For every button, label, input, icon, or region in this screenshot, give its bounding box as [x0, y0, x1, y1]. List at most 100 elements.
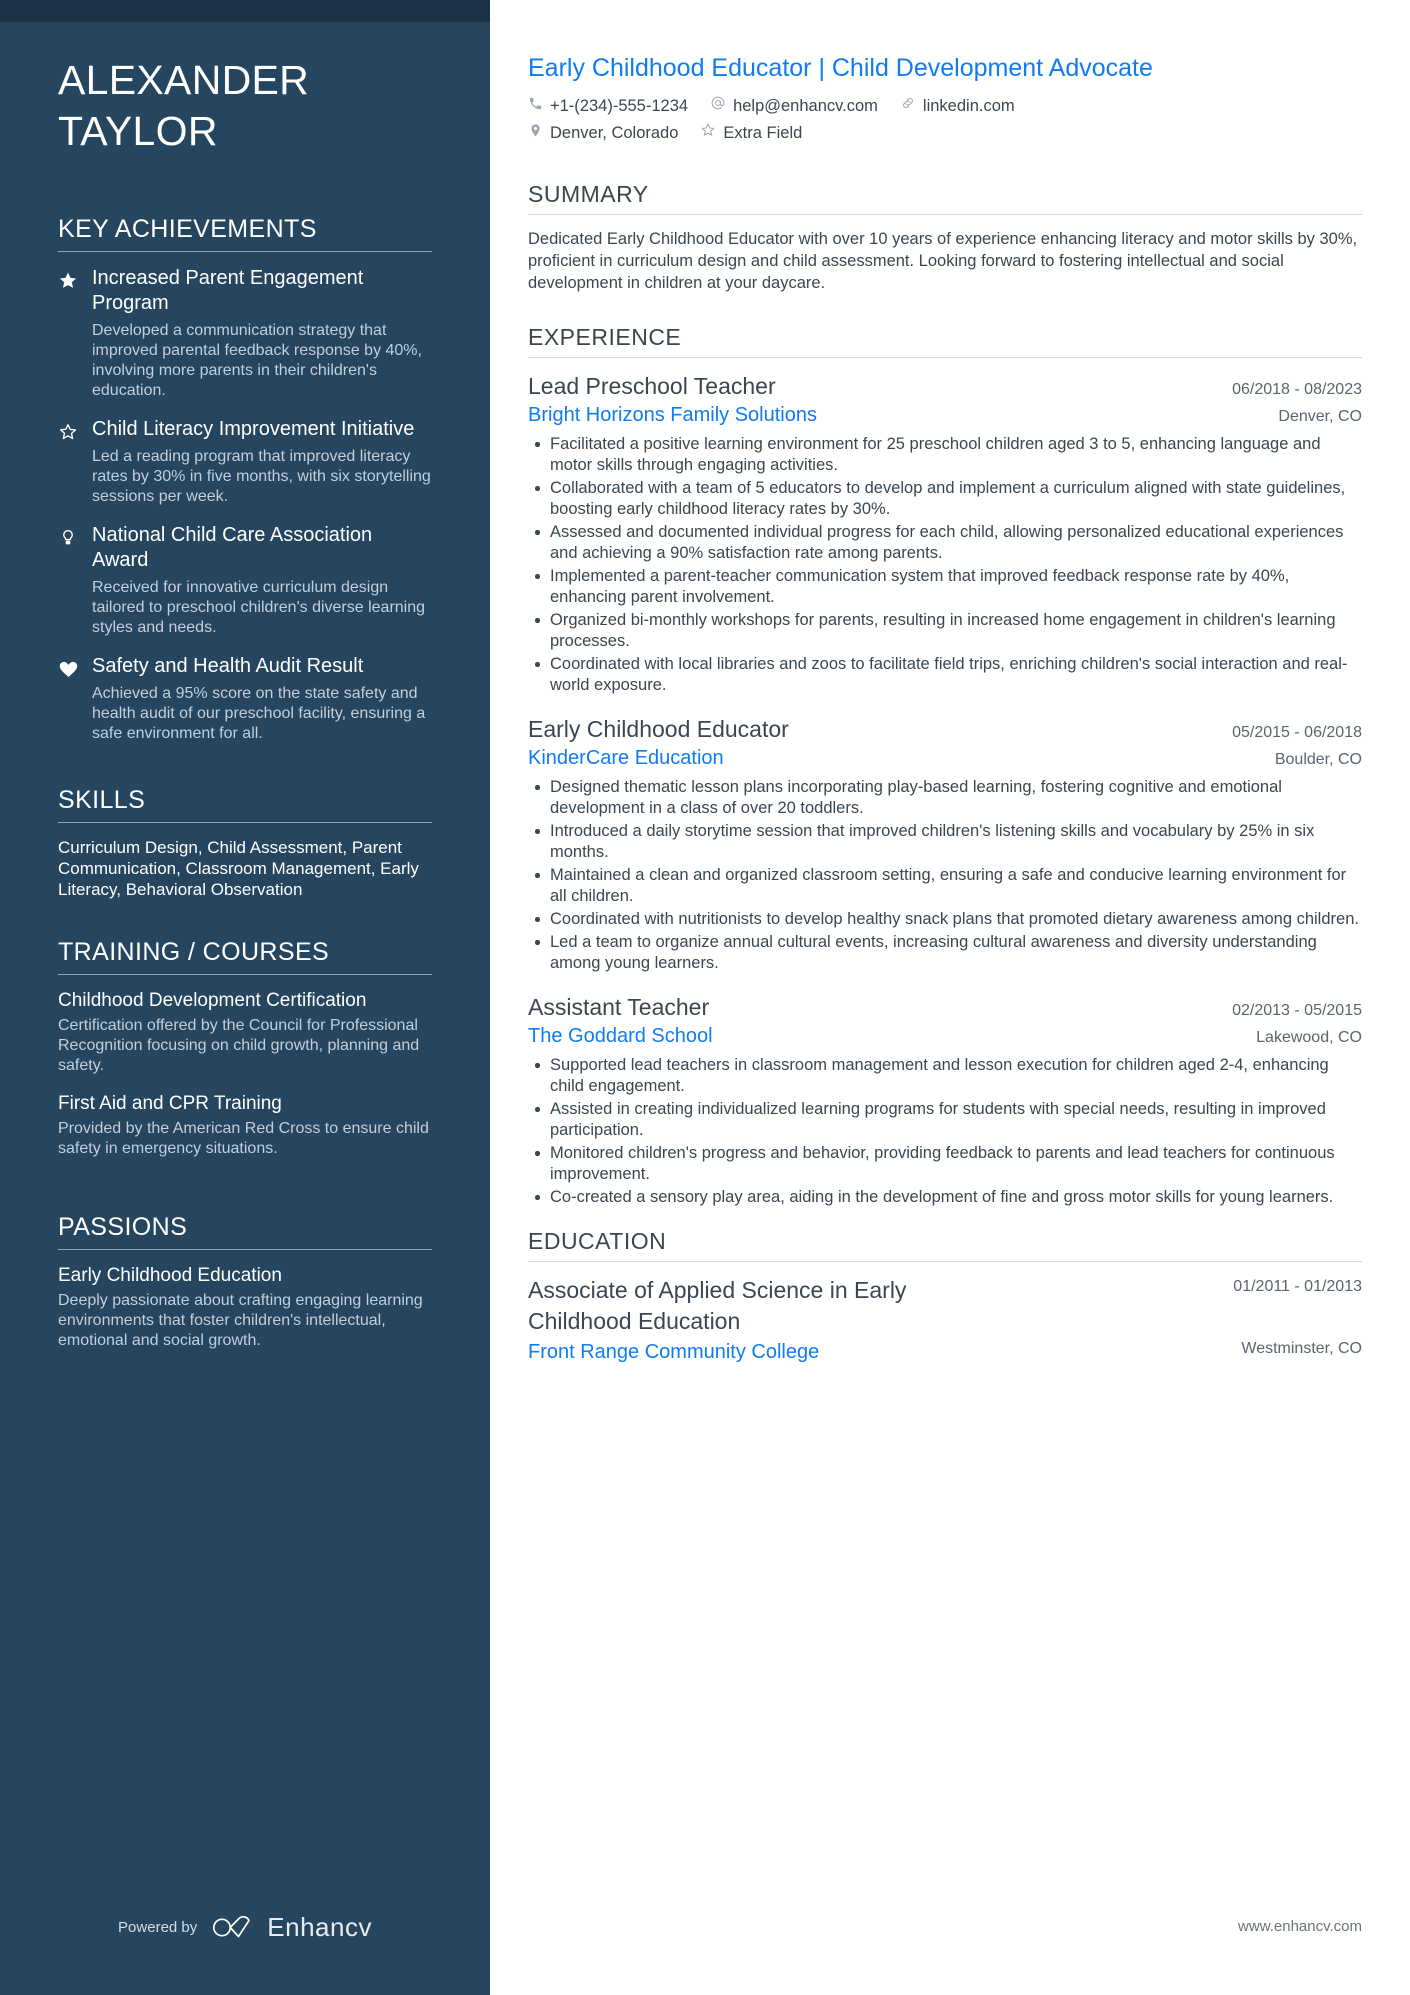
- star-outline-icon: [58, 417, 92, 507]
- achievement-body: Child Literacy Improvement Initiative Le…: [92, 417, 432, 507]
- experience-subheader: Bright Horizons Family Solutions Denver,…: [528, 402, 1362, 429]
- job-company[interactable]: The Goddard School: [528, 1023, 713, 1050]
- candidate-first-name: ALEXANDER: [58, 57, 310, 103]
- education-heading: EDUCATION: [528, 1228, 667, 1254]
- training-courses-heading: TRAINING / COURSES: [58, 938, 330, 966]
- divider: [528, 357, 1362, 358]
- experience-header: Assistant Teacher 02/2013 - 05/2015: [528, 992, 1362, 1023]
- experience-section: EXPERIENCE Lead Preschool Teacher 06/201…: [528, 322, 1362, 1208]
- experience-subheader: KinderCare Education Boulder, CO: [528, 745, 1362, 772]
- candidate-name: ALEXANDER TAYLOR: [58, 55, 432, 157]
- footer-url[interactable]: www.enhancv.com: [528, 1918, 1362, 1935]
- job-bullet: Introduced a daily storytime session tha…: [528, 821, 1362, 863]
- achievement-item: Increased Parent Engagement Program Deve…: [58, 266, 432, 401]
- experience-heading: EXPERIENCE: [528, 324, 682, 350]
- experience-item: Early Childhood Educator 05/2015 - 06/20…: [528, 714, 1362, 974]
- headline: Early Childhood Educator | Child Develop…: [528, 54, 1153, 82]
- job-role: Lead Preschool Teacher: [528, 373, 776, 399]
- contact-row-primary: +1-(234)-555-1234 help@enhancv.com linke…: [528, 95, 1362, 118]
- enhancv-logo: Enhancv: [211, 1912, 372, 1943]
- experience-header: Lead Preschool Teacher 06/2018 - 08/2023: [528, 371, 1362, 402]
- achievement-description: Developed a communication strategy that …: [92, 322, 422, 399]
- divider: [528, 214, 1362, 215]
- resume-page: ALEXANDER TAYLOR KEY ACHIEVEMENTS Increa…: [0, 0, 1410, 1995]
- divider: [58, 251, 432, 252]
- lightbulb-icon: [58, 523, 92, 638]
- education-dates: 01/2011 - 01/2013: [1233, 1278, 1362, 1295]
- contact-email[interactable]: help@enhancv.com: [710, 95, 878, 118]
- education-header: Associate of Applied Science in Early Ch…: [528, 1275, 1362, 1337]
- summary-section: SUMMARY Dedicated Early Childhood Educat…: [528, 179, 1362, 294]
- summary-text: Dedicated Early Childhood Educator with …: [528, 230, 1358, 292]
- job-location: Boulder, CO: [1274, 751, 1362, 768]
- course-item: First Aid and CPR Training Provided by t…: [58, 1092, 432, 1159]
- passions-heading: PASSIONS: [58, 1213, 188, 1241]
- achievement-body: Safety and Health Audit Result Achieved …: [92, 654, 432, 744]
- contact-location[interactable]: Denver, Colorado: [528, 122, 678, 145]
- job-location: Lakewood, CO: [1256, 1029, 1362, 1046]
- contact-phone[interactable]: +1-(234)-555-1234: [528, 95, 688, 118]
- summary-heading: SUMMARY: [528, 181, 649, 207]
- job-bullet: Organized bi-monthly workshops for paren…: [528, 610, 1362, 652]
- skills-heading: SKILLS: [58, 786, 146, 814]
- contact-location-text: Denver, Colorado: [550, 124, 679, 142]
- education-subheader: Front Range Community College Westminste…: [528, 1337, 1362, 1367]
- job-bullets: Designed thematic lesson plans incorpora…: [528, 777, 1362, 974]
- star-filled-icon: [58, 266, 92, 401]
- contact-extra-field-text: Extra Field: [723, 124, 803, 142]
- candidate-last-name: TAYLOR: [58, 108, 218, 154]
- sidebar: ALEXANDER TAYLOR KEY ACHIEVEMENTS Increa…: [0, 0, 490, 1995]
- key-achievements-section: KEY ACHIEVEMENTS Increased Parent Engage…: [58, 213, 432, 760]
- job-role: Assistant Teacher: [528, 994, 710, 1020]
- experience-subheader: The Goddard School Lakewood, CO: [528, 1023, 1362, 1050]
- divider: [58, 822, 432, 823]
- passion-item: Early Childhood Education Deeply passion…: [58, 1264, 432, 1351]
- sidebar-footer: Powered by Enhancv: [58, 1912, 432, 1943]
- education-section: EDUCATION Associate of Applied Science i…: [528, 1226, 1362, 1367]
- phone-icon: [528, 95, 543, 118]
- at-sign-icon: [710, 95, 726, 118]
- job-bullet: Designed thematic lesson plans incorpora…: [528, 777, 1362, 819]
- achievement-title: Child Literacy Improvement Initiative: [92, 418, 415, 440]
- achievement-body: National Child Care Association Award Re…: [92, 523, 432, 638]
- passion-title: Early Childhood Education: [58, 1265, 282, 1286]
- course-description: Provided by the American Red Cross to en…: [58, 1120, 429, 1157]
- job-company[interactable]: Bright Horizons Family Solutions: [528, 402, 817, 429]
- achievement-body: Increased Parent Engagement Program Deve…: [92, 266, 432, 401]
- achievement-item: Child Literacy Improvement Initiative Le…: [58, 417, 432, 507]
- key-achievements-heading: KEY ACHIEVEMENTS: [58, 215, 317, 243]
- contact-extra-field[interactable]: Extra Field: [700, 122, 802, 145]
- resume-main-column: Early Childhood Educator | Child Develop…: [490, 0, 1410, 1995]
- job-bullets: Supported lead teachers in classroom man…: [528, 1055, 1362, 1208]
- job-bullet: Coordinated with local libraries and zoo…: [528, 654, 1362, 696]
- achievement-description: Received for innovative curriculum desig…: [92, 579, 426, 636]
- job-company[interactable]: KinderCare Education: [528, 745, 724, 772]
- experience-header: Early Childhood Educator 05/2015 - 06/20…: [528, 714, 1362, 745]
- job-bullet: Coordinated with nutritionists to develo…: [528, 909, 1362, 930]
- education-school[interactable]: Front Range Community College: [528, 1337, 819, 1367]
- skills-list: Curriculum Design, Child Assessment, Par…: [58, 838, 419, 899]
- job-bullet: Led a team to organize annual cultural e…: [528, 932, 1362, 974]
- heart-filled-icon: [58, 654, 92, 744]
- course-title: First Aid and CPR Training: [58, 1093, 282, 1114]
- achievement-title: National Child Care Association Award: [92, 524, 373, 571]
- education-degree: Associate of Applied Science in Early Ch…: [528, 1277, 907, 1334]
- divider: [528, 1261, 1362, 1262]
- contact-row-secondary: Denver, Colorado Extra Field: [528, 122, 1362, 145]
- training-courses-section: TRAINING / COURSES Childhood Development…: [58, 936, 432, 1175]
- job-dates: 02/2013 - 05/2015: [1232, 1002, 1362, 1019]
- job-bullet: Assisted in creating individualized lear…: [528, 1099, 1362, 1141]
- job-bullet: Monitored children's progress and behavi…: [528, 1143, 1362, 1185]
- contact-linkedin[interactable]: linkedin.com: [900, 95, 1015, 118]
- location-pin-icon: [528, 122, 543, 145]
- sidebar-top-bar: [0, 0, 490, 22]
- achievement-title: Safety and Health Audit Result: [92, 655, 364, 677]
- star-outline-icon: [700, 122, 716, 145]
- job-bullet: Supported lead teachers in classroom man…: [528, 1055, 1362, 1097]
- job-location: Denver, CO: [1278, 408, 1362, 425]
- education-location: Westminster, CO: [1241, 1340, 1362, 1357]
- link-icon: [900, 95, 916, 118]
- job-bullet: Facilitated a positive learning environm…: [528, 434, 1362, 476]
- contact-block: +1-(234)-555-1234 help@enhancv.com linke…: [528, 95, 1362, 145]
- passion-description: Deeply passionate about crafting engagin…: [58, 1292, 423, 1349]
